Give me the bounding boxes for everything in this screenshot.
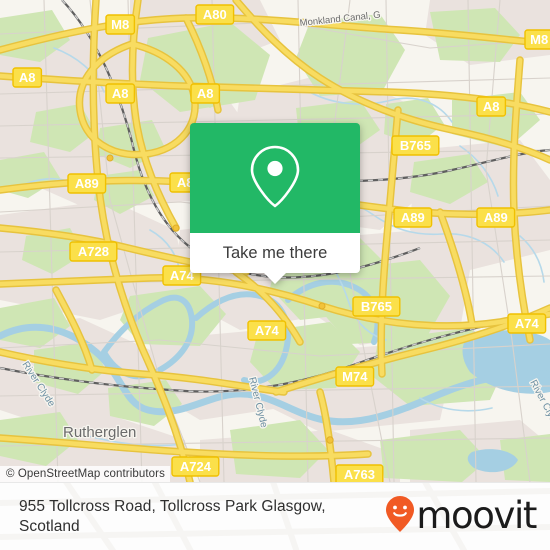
map-screenshot: Rutherglen Monkland Canal, G River Clyde Ri… (0, 0, 550, 550)
moovit-smiley-pin-icon (385, 495, 415, 538)
road-shield: M8 (105, 14, 136, 35)
road-shield: A763 (335, 464, 384, 482)
road-shield-label: M8 (111, 17, 129, 32)
road-shield: A728 (69, 241, 118, 262)
road-shield: A8 (190, 83, 221, 104)
road-shield-label: A763 (344, 467, 375, 482)
map-place-label: Rutherglen (63, 424, 136, 441)
destination-popup[interactable]: Take me there (190, 123, 360, 284)
road-shield-label: A80 (203, 7, 227, 22)
road-shield-label: B765 (400, 138, 431, 153)
road-shield: M74 (335, 366, 375, 387)
road-shield-label: M8 (530, 32, 548, 47)
road-shield-label: A74 (255, 323, 280, 338)
road-shield-label: A728 (78, 244, 109, 259)
road-shield-label: B765 (361, 299, 392, 314)
road-shield-label: A724 (180, 459, 212, 474)
location-pin-icon (247, 143, 303, 214)
road-shield-label: A8 (19, 70, 36, 85)
road-shield: A724 (171, 456, 220, 477)
road-shield-label: A89 (75, 176, 99, 191)
road-shield: A80 (195, 4, 235, 25)
road-shield: A8 (12, 67, 43, 88)
popup-header (190, 123, 360, 233)
address-label: 955 Tollcross Road, Tollcross Park Glasg… (19, 497, 326, 535)
road-shield: A8 (105, 83, 136, 104)
take-me-there-button[interactable]: Take me there (190, 233, 360, 273)
moovit-logo[interactable]: moovit (385, 494, 537, 538)
road-shield-label: A8 (112, 86, 129, 101)
popup-pointer-tail (263, 272, 287, 284)
road-shield: B765 (391, 135, 440, 156)
road-shield: M8 (524, 29, 550, 50)
road-shield-label: A89 (401, 210, 425, 225)
road-shield: B765 (352, 296, 401, 317)
road-shield-label: M74 (342, 369, 368, 384)
road-shield: A8 (476, 96, 507, 117)
road-shield-label: A8 (483, 99, 500, 114)
road-shield-label: A8 (197, 86, 214, 101)
road-shield-label: A89 (484, 210, 508, 225)
road-shield: A74 (247, 320, 287, 341)
road-shield: A89 (393, 207, 433, 228)
road-shield-label: A74 (515, 316, 540, 331)
take-me-there-label: Take me there (222, 243, 328, 262)
road-shield: A89 (476, 207, 516, 228)
footer-bar: 955 Tollcross Road, Tollcross Park Glasg… (0, 482, 550, 550)
moovit-wordmark: moovit (416, 494, 537, 537)
road-shield: A89 (67, 173, 107, 194)
road-shield: A74 (507, 313, 547, 334)
osm-attribution: © OpenStreetMap contributors (0, 466, 170, 482)
